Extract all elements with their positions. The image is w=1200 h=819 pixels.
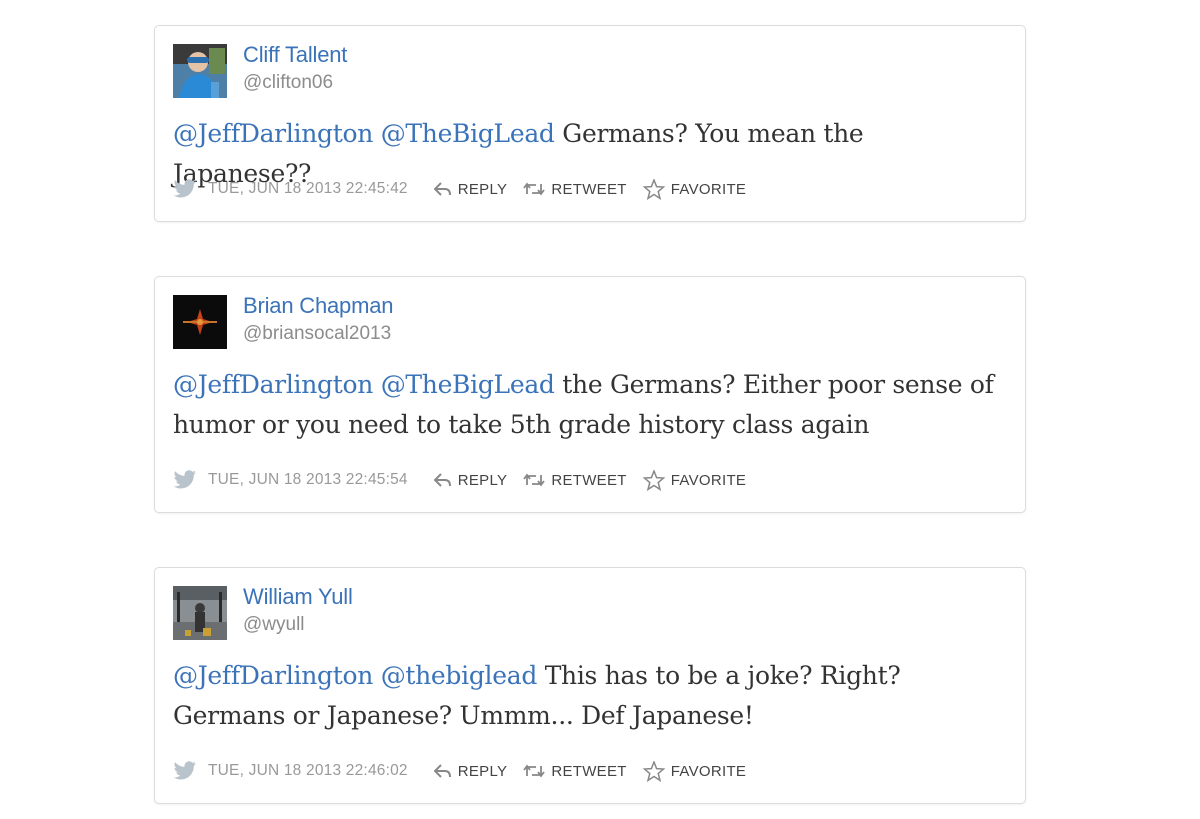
author-name[interactable]: Brian Chapman xyxy=(243,293,393,319)
favorite-button[interactable]: FAVORITE xyxy=(642,469,747,491)
retweet-button[interactable]: RETWEET xyxy=(523,181,626,198)
star-icon xyxy=(642,469,665,491)
mention-link[interactable]: @JeffDarlington xyxy=(173,661,373,690)
retweet-icon xyxy=(523,473,546,487)
reply-button[interactable]: REPLY xyxy=(433,471,508,489)
mention-link[interactable]: @TheBigLead xyxy=(381,370,555,399)
mention-link[interactable]: @JeffDarlington xyxy=(173,370,373,399)
mention-link[interactable]: @JeffDarlington xyxy=(173,119,373,148)
tweet-card: Brian Chapman @briansocal2013 @JeffDarli… xyxy=(154,276,1026,513)
star-icon xyxy=(642,760,665,782)
mention-link[interactable]: @thebiglead xyxy=(381,661,538,690)
avatar[interactable] xyxy=(173,586,227,640)
tweet-meta: TUE, JUN 18 2013 22:45:54 REPLY RETWEET … xyxy=(173,468,762,492)
favorite-button[interactable]: FAVORITE xyxy=(642,178,747,200)
twitter-bird-icon xyxy=(173,761,197,780)
twitter-bird-icon xyxy=(173,179,197,198)
tweet-timestamp[interactable]: TUE, JUN 18 2013 22:45:54 xyxy=(208,471,408,489)
favorite-label: FAVORITE xyxy=(670,471,747,489)
favorite-button[interactable]: FAVORITE xyxy=(642,760,747,782)
author-handle[interactable]: @clifton06 xyxy=(243,72,333,94)
favorite-label: FAVORITE xyxy=(670,180,747,198)
reply-label: REPLY xyxy=(457,762,508,780)
tweet-meta: TUE, JUN 18 2013 22:46:02 REPLY RETWEET … xyxy=(173,759,762,783)
reply-label: REPLY xyxy=(457,180,508,198)
tweet-timestamp[interactable]: TUE, JUN 18 2013 22:46:02 xyxy=(208,762,408,780)
reply-button[interactable]: REPLY xyxy=(433,762,508,780)
tweet-card: Cliff Tallent @clifton06 @JeffDarlington… xyxy=(154,25,1026,222)
author-name[interactable]: Cliff Tallent xyxy=(243,42,347,68)
reply-icon xyxy=(433,182,451,196)
author-handle[interactable]: @wyull xyxy=(243,614,305,636)
retweet-icon xyxy=(523,764,546,778)
retweet-label: RETWEET xyxy=(551,471,627,489)
author-name[interactable]: William Yull xyxy=(243,584,353,610)
tweet-text: @JeffDarlington @TheBigLead the Germans?… xyxy=(173,365,1003,445)
reply-icon xyxy=(433,473,451,487)
reply-button[interactable]: REPLY xyxy=(433,180,508,198)
reply-label: REPLY xyxy=(457,471,508,489)
tweet-timestamp[interactable]: TUE, JUN 18 2013 22:45:42 xyxy=(208,180,408,198)
twitter-bird-icon xyxy=(173,470,197,489)
mention-link[interactable]: @TheBigLead xyxy=(381,119,555,148)
tweet-card: William Yull @wyull @JeffDarlington @the… xyxy=(154,567,1026,804)
retweet-icon xyxy=(523,182,546,196)
favorite-label: FAVORITE xyxy=(670,762,747,780)
retweet-label: RETWEET xyxy=(551,180,627,198)
star-icon xyxy=(642,178,665,200)
tweet-text: @JeffDarlington @thebiglead This has to … xyxy=(173,656,1003,736)
avatar[interactable] xyxy=(173,44,227,98)
retweet-label: RETWEET xyxy=(551,762,627,780)
tweet-meta: TUE, JUN 18 2013 22:45:42 REPLY RETWEET … xyxy=(173,177,762,201)
reply-icon xyxy=(433,764,451,778)
avatar[interactable] xyxy=(173,295,227,349)
retweet-button[interactable]: RETWEET xyxy=(523,763,626,780)
author-handle[interactable]: @briansocal2013 xyxy=(243,323,391,345)
retweet-button[interactable]: RETWEET xyxy=(523,472,626,489)
